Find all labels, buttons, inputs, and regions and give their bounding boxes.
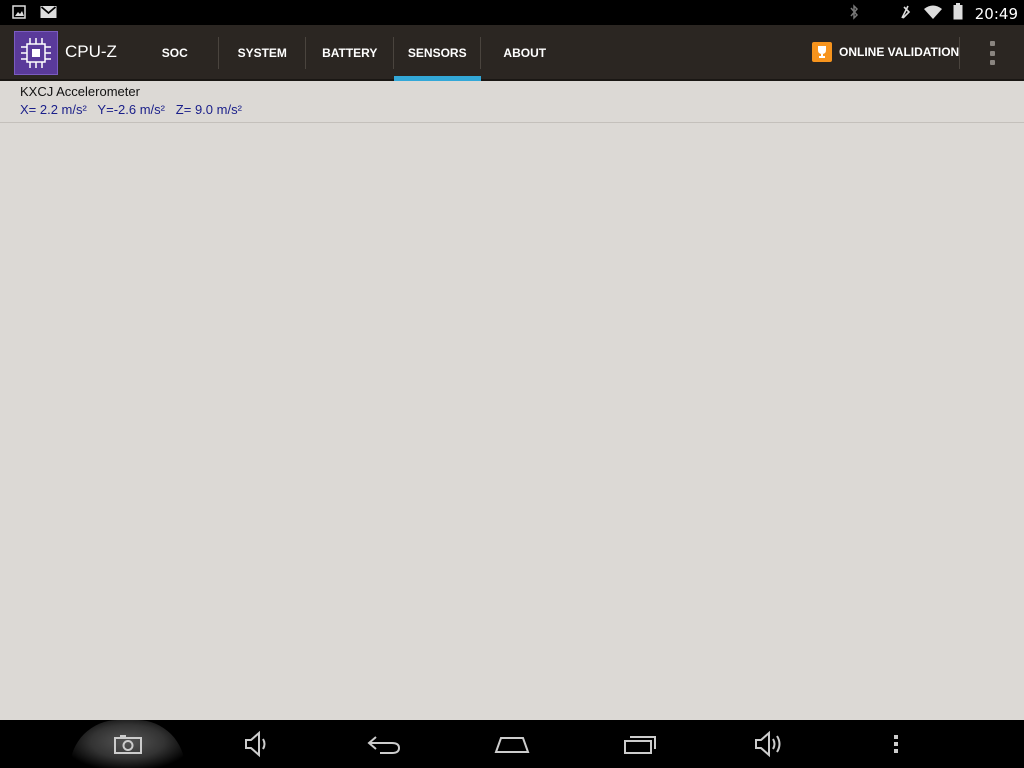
sensor-values: X= 2.2 m/s² Y=-2.6 m/s² Z= 9.0 m/s² (20, 102, 242, 117)
tab-label: SOC (161, 46, 188, 60)
trophy-icon (812, 42, 832, 62)
tab-label: ABOUT (503, 46, 547, 60)
tab-battery[interactable]: BATTERY (306, 25, 394, 81)
gmail-icon (40, 4, 57, 23)
wifi-icon (923, 4, 943, 24)
volume-up-icon[interactable] (746, 728, 790, 760)
cpu-chip-icon[interactable] (14, 31, 58, 75)
app-title: CPU-Z (65, 42, 117, 61)
tab-sensors[interactable]: SENSORS (393, 25, 481, 81)
volume-down-icon[interactable] (234, 728, 278, 760)
battery-icon (953, 3, 963, 24)
bluetooth-icon (849, 3, 859, 24)
screenshot-icon[interactable] (106, 728, 150, 760)
tab-label: SYSTEM (237, 46, 287, 60)
status-bar: 20:49 (0, 0, 1024, 25)
action-bar: CPU-Z SOC SYSTEM BATTERY SENSORS ABOUT O… (0, 25, 1024, 81)
gallery-icon (12, 4, 26, 23)
tab-label: BATTERY (322, 46, 378, 60)
online-validation-label: ONLINE VALIDATION (839, 45, 960, 59)
action-divider (959, 37, 960, 69)
menu-icon[interactable] (874, 728, 918, 760)
tab-label: SENSORS (407, 46, 467, 60)
online-validation-button[interactable]: ONLINE VALIDATION (812, 42, 959, 62)
home-icon[interactable] (490, 728, 534, 760)
sensor-name: KXCJ Accelerometer (20, 84, 140, 99)
navigation-bar (0, 720, 1024, 768)
list-item: KXCJ Accelerometer X= 2.2 m/s² Y=-2.6 m/… (0, 83, 1024, 123)
back-icon[interactable] (362, 728, 406, 760)
overflow-menu-icon[interactable] (986, 41, 998, 65)
tab-soc[interactable]: SOC (131, 25, 219, 81)
sensors-panel: KXCJ Accelerometer X= 2.2 m/s² Y=-2.6 m/… (0, 83, 1024, 720)
vibrate-off-icon (897, 4, 913, 24)
tab-about[interactable]: ABOUT (481, 25, 569, 81)
recent-apps-icon[interactable] (618, 728, 662, 760)
tab-system[interactable]: SYSTEM (219, 25, 306, 81)
status-clock: 20:49 (974, 4, 1018, 23)
tab-bar: SOC SYSTEM BATTERY SENSORS ABOUT (131, 25, 569, 81)
